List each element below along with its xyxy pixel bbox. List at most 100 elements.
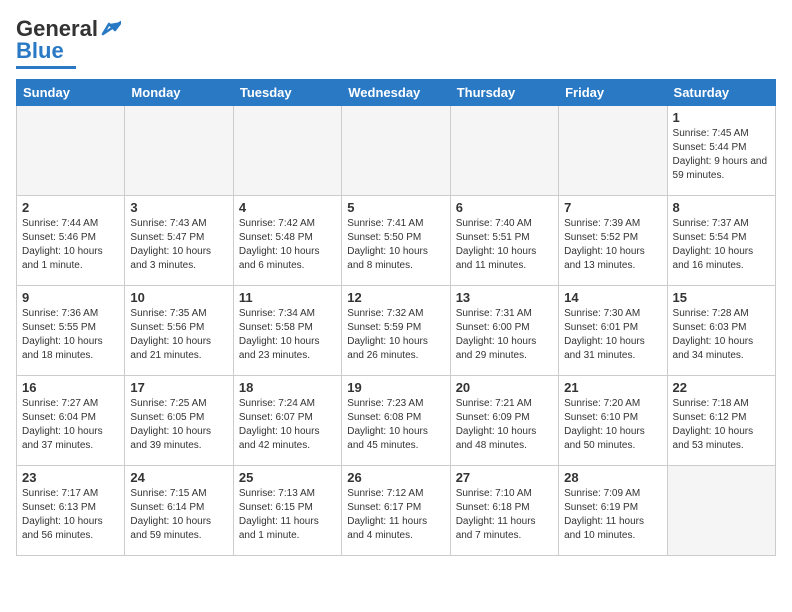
calendar-cell: 19 Sunrise: 7:23 AM Sunset: 6:08 PM Dayli… bbox=[342, 376, 450, 466]
weekday-header-friday: Friday bbox=[559, 80, 667, 106]
day-number: 19 bbox=[347, 380, 444, 395]
day-info: Sunrise: 7:43 AM Sunset: 5:47 PM Dayligh… bbox=[130, 217, 227, 273]
calendar-cell: 15Sunrise: 7:28 AM Sunset: 6:03 PM Dayli… bbox=[667, 286, 775, 376]
weekday-header-tuesday: Tuesday bbox=[233, 80, 341, 106]
calendar-cell: 7 Sunrise: 7:39 AM Sunset: 5:52 PM Daylig… bbox=[559, 196, 667, 286]
day-info: Sunrise: 7:13 AM Sunset: 6:15 PM Dayligh… bbox=[239, 487, 336, 543]
day-number: 4 bbox=[239, 200, 336, 215]
calendar-cell bbox=[125, 106, 233, 196]
calendar-cell: 10 Sunrise: 7:35 AM Sunset: 5:56 PM Dayli… bbox=[125, 286, 233, 376]
weekday-header-monday: Monday bbox=[125, 80, 233, 106]
day-info: Sunrise: 7:17 AM Sunset: 6:13 PM Dayligh… bbox=[22, 487, 119, 543]
calendar-cell: 16Sunrise: 7:27 AM Sunset: 6:04 PM Dayli… bbox=[17, 376, 125, 466]
calendar-cell: 1 Sunrise: 7:45 AM Sunset: 5:44 PM Daylig… bbox=[667, 106, 775, 196]
day-info: Sunrise: 7:34 AM Sunset: 5:58 PM Dayligh… bbox=[239, 307, 336, 363]
calendar-cell bbox=[342, 106, 450, 196]
calendar-cell: 25 Sunrise: 7:13 AM Sunset: 6:15 PM Dayli… bbox=[233, 466, 341, 556]
day-info: Sunrise: 7:12 AM Sunset: 6:17 PM Dayligh… bbox=[347, 487, 444, 543]
day-number: 20 bbox=[456, 380, 553, 395]
calendar-cell: 18 Sunrise: 7:24 AM Sunset: 6:07 PM Dayli… bbox=[233, 376, 341, 466]
calendar-cell: 8 Sunrise: 7:37 AM Sunset: 5:54 PM Daylig… bbox=[667, 196, 775, 286]
day-number: 12 bbox=[347, 290, 444, 305]
page-header: General Blue bbox=[16, 16, 776, 69]
day-info: Sunrise: 7:23 AM Sunset: 6:08 PM Dayligh… bbox=[347, 397, 444, 453]
day-number: 26 bbox=[347, 470, 444, 485]
day-info: Sunrise: 7:40 AM Sunset: 5:51 PM Dayligh… bbox=[456, 217, 553, 273]
day-info: Sunrise: 7:25 AM Sunset: 6:05 PM Dayligh… bbox=[130, 397, 227, 453]
day-info: Sunrise: 7:41 AM Sunset: 5:50 PM Dayligh… bbox=[347, 217, 444, 273]
day-info: Sunrise: 7:10 AM Sunset: 6:18 PM Dayligh… bbox=[456, 487, 553, 543]
calendar-cell: 26 Sunrise: 7:12 AM Sunset: 6:17 PM Dayli… bbox=[342, 466, 450, 556]
day-info: Sunrise: 7:42 AM Sunset: 5:48 PM Dayligh… bbox=[239, 217, 336, 273]
day-number: 2 bbox=[22, 200, 119, 215]
calendar-cell bbox=[559, 106, 667, 196]
calendar-cell: 28 Sunrise: 7:09 AM Sunset: 6:19 PM Dayli… bbox=[559, 466, 667, 556]
calendar-cell: 9 Sunrise: 7:36 AM Sunset: 5:55 PM Daylig… bbox=[17, 286, 125, 376]
calendar-cell: 5 Sunrise: 7:41 AM Sunset: 5:50 PM Daylig… bbox=[342, 196, 450, 286]
calendar-cell: 17 Sunrise: 7:25 AM Sunset: 6:05 PM Dayli… bbox=[125, 376, 233, 466]
calendar-cell: 12Sunrise: 7:32 AM Sunset: 5:59 PM Dayli… bbox=[342, 286, 450, 376]
calendar-cell: 4 Sunrise: 7:42 AM Sunset: 5:48 PM Daylig… bbox=[233, 196, 341, 286]
day-info: Sunrise: 7:45 AM Sunset: 5:44 PM Dayligh… bbox=[673, 127, 770, 183]
day-number: 8 bbox=[673, 200, 770, 215]
weekday-header-wednesday: Wednesday bbox=[342, 80, 450, 106]
day-info: Sunrise: 7:37 AM Sunset: 5:54 PM Dayligh… bbox=[673, 217, 770, 273]
calendar-cell bbox=[17, 106, 125, 196]
day-number: 3 bbox=[130, 200, 227, 215]
calendar-cell: 11 Sunrise: 7:34 AM Sunset: 5:58 PM Dayli… bbox=[233, 286, 341, 376]
calendar-cell bbox=[233, 106, 341, 196]
week-row-2: 2 Sunrise: 7:44 AM Sunset: 5:46 PM Daylig… bbox=[17, 196, 776, 286]
day-number: 5 bbox=[347, 200, 444, 215]
day-info: Sunrise: 7:36 AM Sunset: 5:55 PM Dayligh… bbox=[22, 307, 119, 363]
day-number: 24 bbox=[130, 470, 227, 485]
calendar-cell: 14 Sunrise: 7:30 AM Sunset: 6:01 PM Dayli… bbox=[559, 286, 667, 376]
weekday-header-sunday: Sunday bbox=[17, 80, 125, 106]
day-number: 17 bbox=[130, 380, 227, 395]
calendar-cell: 23 Sunrise: 7:17 AM Sunset: 6:13 PM Dayli… bbox=[17, 466, 125, 556]
day-info: Sunrise: 7:35 AM Sunset: 5:56 PM Dayligh… bbox=[130, 307, 227, 363]
logo-underline bbox=[16, 66, 76, 69]
logo-blue: Blue bbox=[16, 38, 64, 64]
day-number: 7 bbox=[564, 200, 661, 215]
day-info: Sunrise: 7:24 AM Sunset: 6:07 PM Dayligh… bbox=[239, 397, 336, 453]
day-info: Sunrise: 7:30 AM Sunset: 6:01 PM Dayligh… bbox=[564, 307, 661, 363]
day-number: 11 bbox=[239, 290, 336, 305]
day-number: 22 bbox=[673, 380, 770, 395]
week-row-3: 9 Sunrise: 7:36 AM Sunset: 5:55 PM Daylig… bbox=[17, 286, 776, 376]
day-number: 10 bbox=[130, 290, 227, 305]
day-info: Sunrise: 7:39 AM Sunset: 5:52 PM Dayligh… bbox=[564, 217, 661, 273]
day-number: 18 bbox=[239, 380, 336, 395]
calendar-cell: 13 Sunrise: 7:31 AM Sunset: 6:00 PM Dayli… bbox=[450, 286, 558, 376]
day-info: Sunrise: 7:31 AM Sunset: 6:00 PM Dayligh… bbox=[456, 307, 553, 363]
day-number: 21 bbox=[564, 380, 661, 395]
weekday-header-saturday: Saturday bbox=[667, 80, 775, 106]
day-info: Sunrise: 7:15 AM Sunset: 6:14 PM Dayligh… bbox=[130, 487, 227, 543]
calendar-cell: 20 Sunrise: 7:21 AM Sunset: 6:09 PM Dayli… bbox=[450, 376, 558, 466]
logo-bird-icon bbox=[99, 20, 121, 38]
day-number: 27 bbox=[456, 470, 553, 485]
day-number: 23 bbox=[22, 470, 119, 485]
day-number: 1 bbox=[673, 110, 770, 125]
day-number: 13 bbox=[456, 290, 553, 305]
day-number: 14 bbox=[564, 290, 661, 305]
calendar-cell: 3 Sunrise: 7:43 AM Sunset: 5:47 PM Daylig… bbox=[125, 196, 233, 286]
weekday-header-row: SundayMondayTuesdayWednesdayThursdayFrid… bbox=[17, 80, 776, 106]
day-info: Sunrise: 7:20 AM Sunset: 6:10 PM Dayligh… bbox=[564, 397, 661, 453]
day-info: Sunrise: 7:21 AM Sunset: 6:09 PM Dayligh… bbox=[456, 397, 553, 453]
calendar-cell: 2 Sunrise: 7:44 AM Sunset: 5:46 PM Daylig… bbox=[17, 196, 125, 286]
day-info: Sunrise: 7:44 AM Sunset: 5:46 PM Dayligh… bbox=[22, 217, 119, 273]
day-number: 6 bbox=[456, 200, 553, 215]
day-number: 28 bbox=[564, 470, 661, 485]
calendar-cell bbox=[450, 106, 558, 196]
day-number: 25 bbox=[239, 470, 336, 485]
weekday-header-thursday: Thursday bbox=[450, 80, 558, 106]
calendar-cell bbox=[667, 466, 775, 556]
week-row-1: 1 Sunrise: 7:45 AM Sunset: 5:44 PM Daylig… bbox=[17, 106, 776, 196]
day-info: Sunrise: 7:27 AM Sunset: 6:04 PM Dayligh… bbox=[22, 397, 119, 453]
day-info: Sunrise: 7:09 AM Sunset: 6:19 PM Dayligh… bbox=[564, 487, 661, 543]
week-row-4: 16Sunrise: 7:27 AM Sunset: 6:04 PM Dayli… bbox=[17, 376, 776, 466]
day-number: 9 bbox=[22, 290, 119, 305]
calendar-cell: 21 Sunrise: 7:20 AM Sunset: 6:10 PM Dayli… bbox=[559, 376, 667, 466]
calendar-table: SundayMondayTuesdayWednesdayThursdayFrid… bbox=[16, 79, 776, 556]
week-row-5: 23 Sunrise: 7:17 AM Sunset: 6:13 PM Dayli… bbox=[17, 466, 776, 556]
